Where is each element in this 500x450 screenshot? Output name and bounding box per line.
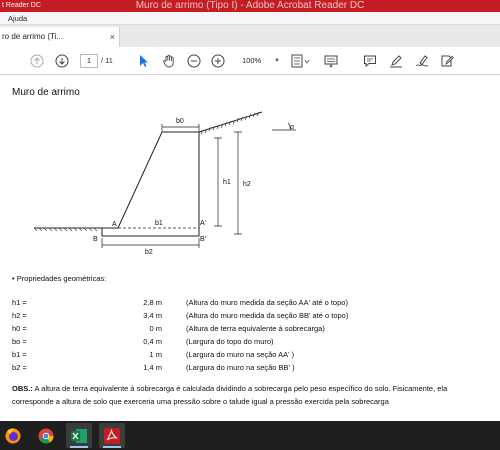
b0-dimension	[161, 124, 200, 132]
property-row: b1 = 1 m (Largura do muro na seção AA' )	[12, 350, 482, 362]
property-description: (Largura do muro na seção AA' )	[186, 350, 295, 359]
label-b0: b0	[176, 118, 184, 125]
active-indicator	[103, 446, 121, 448]
property-value: 1 m	[149, 350, 162, 359]
tab-close-button[interactable]: ×	[110, 27, 115, 47]
hand-tool-button[interactable]	[161, 53, 177, 69]
chevron-down-icon: ▼	[274, 58, 280, 64]
arrow-up-circle-icon	[30, 54, 44, 68]
scroll-mode-button[interactable]	[323, 53, 339, 69]
document-page: Muro de arrimo b0 b1 b2 h1 h2 A A' B B' …	[0, 76, 500, 421]
backfill-hatch	[200, 111, 260, 135]
taskbar-firefox[interactable]	[0, 423, 26, 448]
property-row: h2 = 3,4 m (Altura do muro medida da seç…	[12, 311, 482, 323]
retaining-wall-diagram: b0 b1 b2 h1 h2 A A' B B' α	[33, 111, 296, 256]
minus-circle-icon	[187, 54, 201, 68]
chrome-icon	[38, 428, 54, 444]
observation-label: OBS.:	[12, 384, 33, 393]
menu-bar: Ajuda	[0, 12, 500, 25]
property-row: h1 = 2,8 m (Altura do muro medida da seç…	[12, 298, 482, 310]
property-description: (Altura de terra equivalente à sobrecarg…	[186, 324, 325, 333]
active-indicator	[70, 446, 88, 448]
cursor-arrow-icon	[140, 55, 148, 67]
page-fit-icon	[291, 54, 310, 68]
label-a: A	[112, 221, 117, 228]
property-description: (Largura do muro na seção BB' )	[186, 363, 295, 372]
label-h2: h2	[243, 181, 251, 188]
arrow-down-circle-icon	[55, 54, 69, 68]
property-value: 0 m	[149, 324, 162, 333]
page-display-button[interactable]	[290, 53, 312, 69]
select-tool-button[interactable]	[136, 53, 152, 69]
zoom-in-button[interactable]	[210, 53, 226, 69]
property-name: b1 =	[12, 350, 27, 359]
property-row: h0 = 0 m (Altura de terra equivalente à …	[12, 324, 482, 336]
property-name: h2 =	[12, 311, 27, 320]
highlight-button[interactable]	[388, 53, 404, 69]
tab-label: ro de arrimo (Ti...	[2, 32, 64, 41]
label-h1: h1	[223, 179, 231, 186]
edit-document-icon	[441, 55, 454, 67]
h1-dimension	[214, 137, 222, 227]
taskbar-acrobat[interactable]	[99, 423, 125, 448]
menu-help[interactable]: Ajuda	[8, 12, 27, 25]
property-description: (Largura do topo do muro)	[186, 337, 274, 346]
fill-sign-button[interactable]	[439, 53, 455, 69]
page-number-input[interactable]: 1	[80, 54, 98, 68]
h2-dimension	[234, 131, 242, 235]
comment-icon	[364, 55, 376, 68]
zoom-select[interactable]: 100% ▼	[236, 54, 282, 68]
zoom-out-button[interactable]	[186, 53, 202, 69]
label-b-prime: B'	[200, 236, 206, 243]
observation-paragraph: OBS.: A altura de terra equivalente à so…	[12, 382, 482, 408]
firefox-icon	[5, 428, 21, 443]
tab-strip: ro de arrimo (Ti... ×	[0, 25, 500, 47]
keyboard-icon	[324, 55, 338, 68]
sign-pen-icon	[415, 55, 429, 67]
page-total: / 11	[101, 56, 113, 65]
taskbar-excel[interactable]	[66, 423, 92, 448]
title-bar: t Reader DC Muro de arrimo (Tipo I) - Ad…	[0, 0, 500, 12]
acrobat-icon	[104, 427, 120, 444]
label-b1: b1	[155, 220, 163, 227]
property-name: b2 =	[12, 363, 27, 372]
sign-button[interactable]	[414, 53, 430, 69]
taskbar	[0, 421, 500, 450]
property-value: 2,8 m	[143, 298, 162, 307]
label-a-prime: A'	[200, 220, 206, 227]
excel-icon	[71, 428, 87, 443]
tab-document[interactable]: ro de arrimo (Ti... ×	[0, 27, 120, 47]
pen-icon	[390, 55, 402, 68]
property-value: 3,4 m	[143, 311, 162, 320]
toolbar: 1 / 11 100% ▼	[0, 47, 500, 75]
b2-dimension	[101, 238, 200, 248]
acrobat-window: t Reader DC Muro de arrimo (Tipo I) - Ad…	[0, 0, 500, 450]
property-description: (Altura do muro medida da seção AA' até …	[186, 298, 348, 307]
plus-circle-icon	[211, 54, 225, 68]
window-title: Muro de arrimo (Tipo I) - Adobe Acrobat …	[135, 0, 365, 11]
zoom-value: 100%	[242, 56, 262, 65]
property-value: 1,4 m	[143, 363, 162, 372]
comment-button[interactable]	[362, 53, 378, 69]
property-name: h0 =	[12, 324, 27, 333]
property-description: (Altura do muro medida da seção BB' até …	[186, 311, 349, 320]
property-name: h1 =	[12, 298, 27, 307]
observation-text: A altura de terra equivalente à sobrecar…	[12, 384, 448, 406]
next-page-button[interactable]	[54, 53, 70, 69]
prev-page-button[interactable]	[29, 53, 45, 69]
label-b2: b2	[145, 249, 153, 256]
property-row: b2 = 1,4 m (Largura do muro na seção BB'…	[12, 363, 482, 375]
label-b: B	[93, 236, 98, 243]
property-name: bo =	[12, 337, 27, 346]
label-alpha: α	[290, 124, 294, 131]
hand-icon	[163, 54, 174, 68]
property-row: bo = 0,4 m (Largura do topo do muro)	[12, 337, 482, 349]
section-bullet: • Propriedades geométricas:	[12, 274, 107, 283]
property-value: 0,4 m	[143, 337, 162, 346]
taskbar-chrome[interactable]	[33, 423, 59, 448]
